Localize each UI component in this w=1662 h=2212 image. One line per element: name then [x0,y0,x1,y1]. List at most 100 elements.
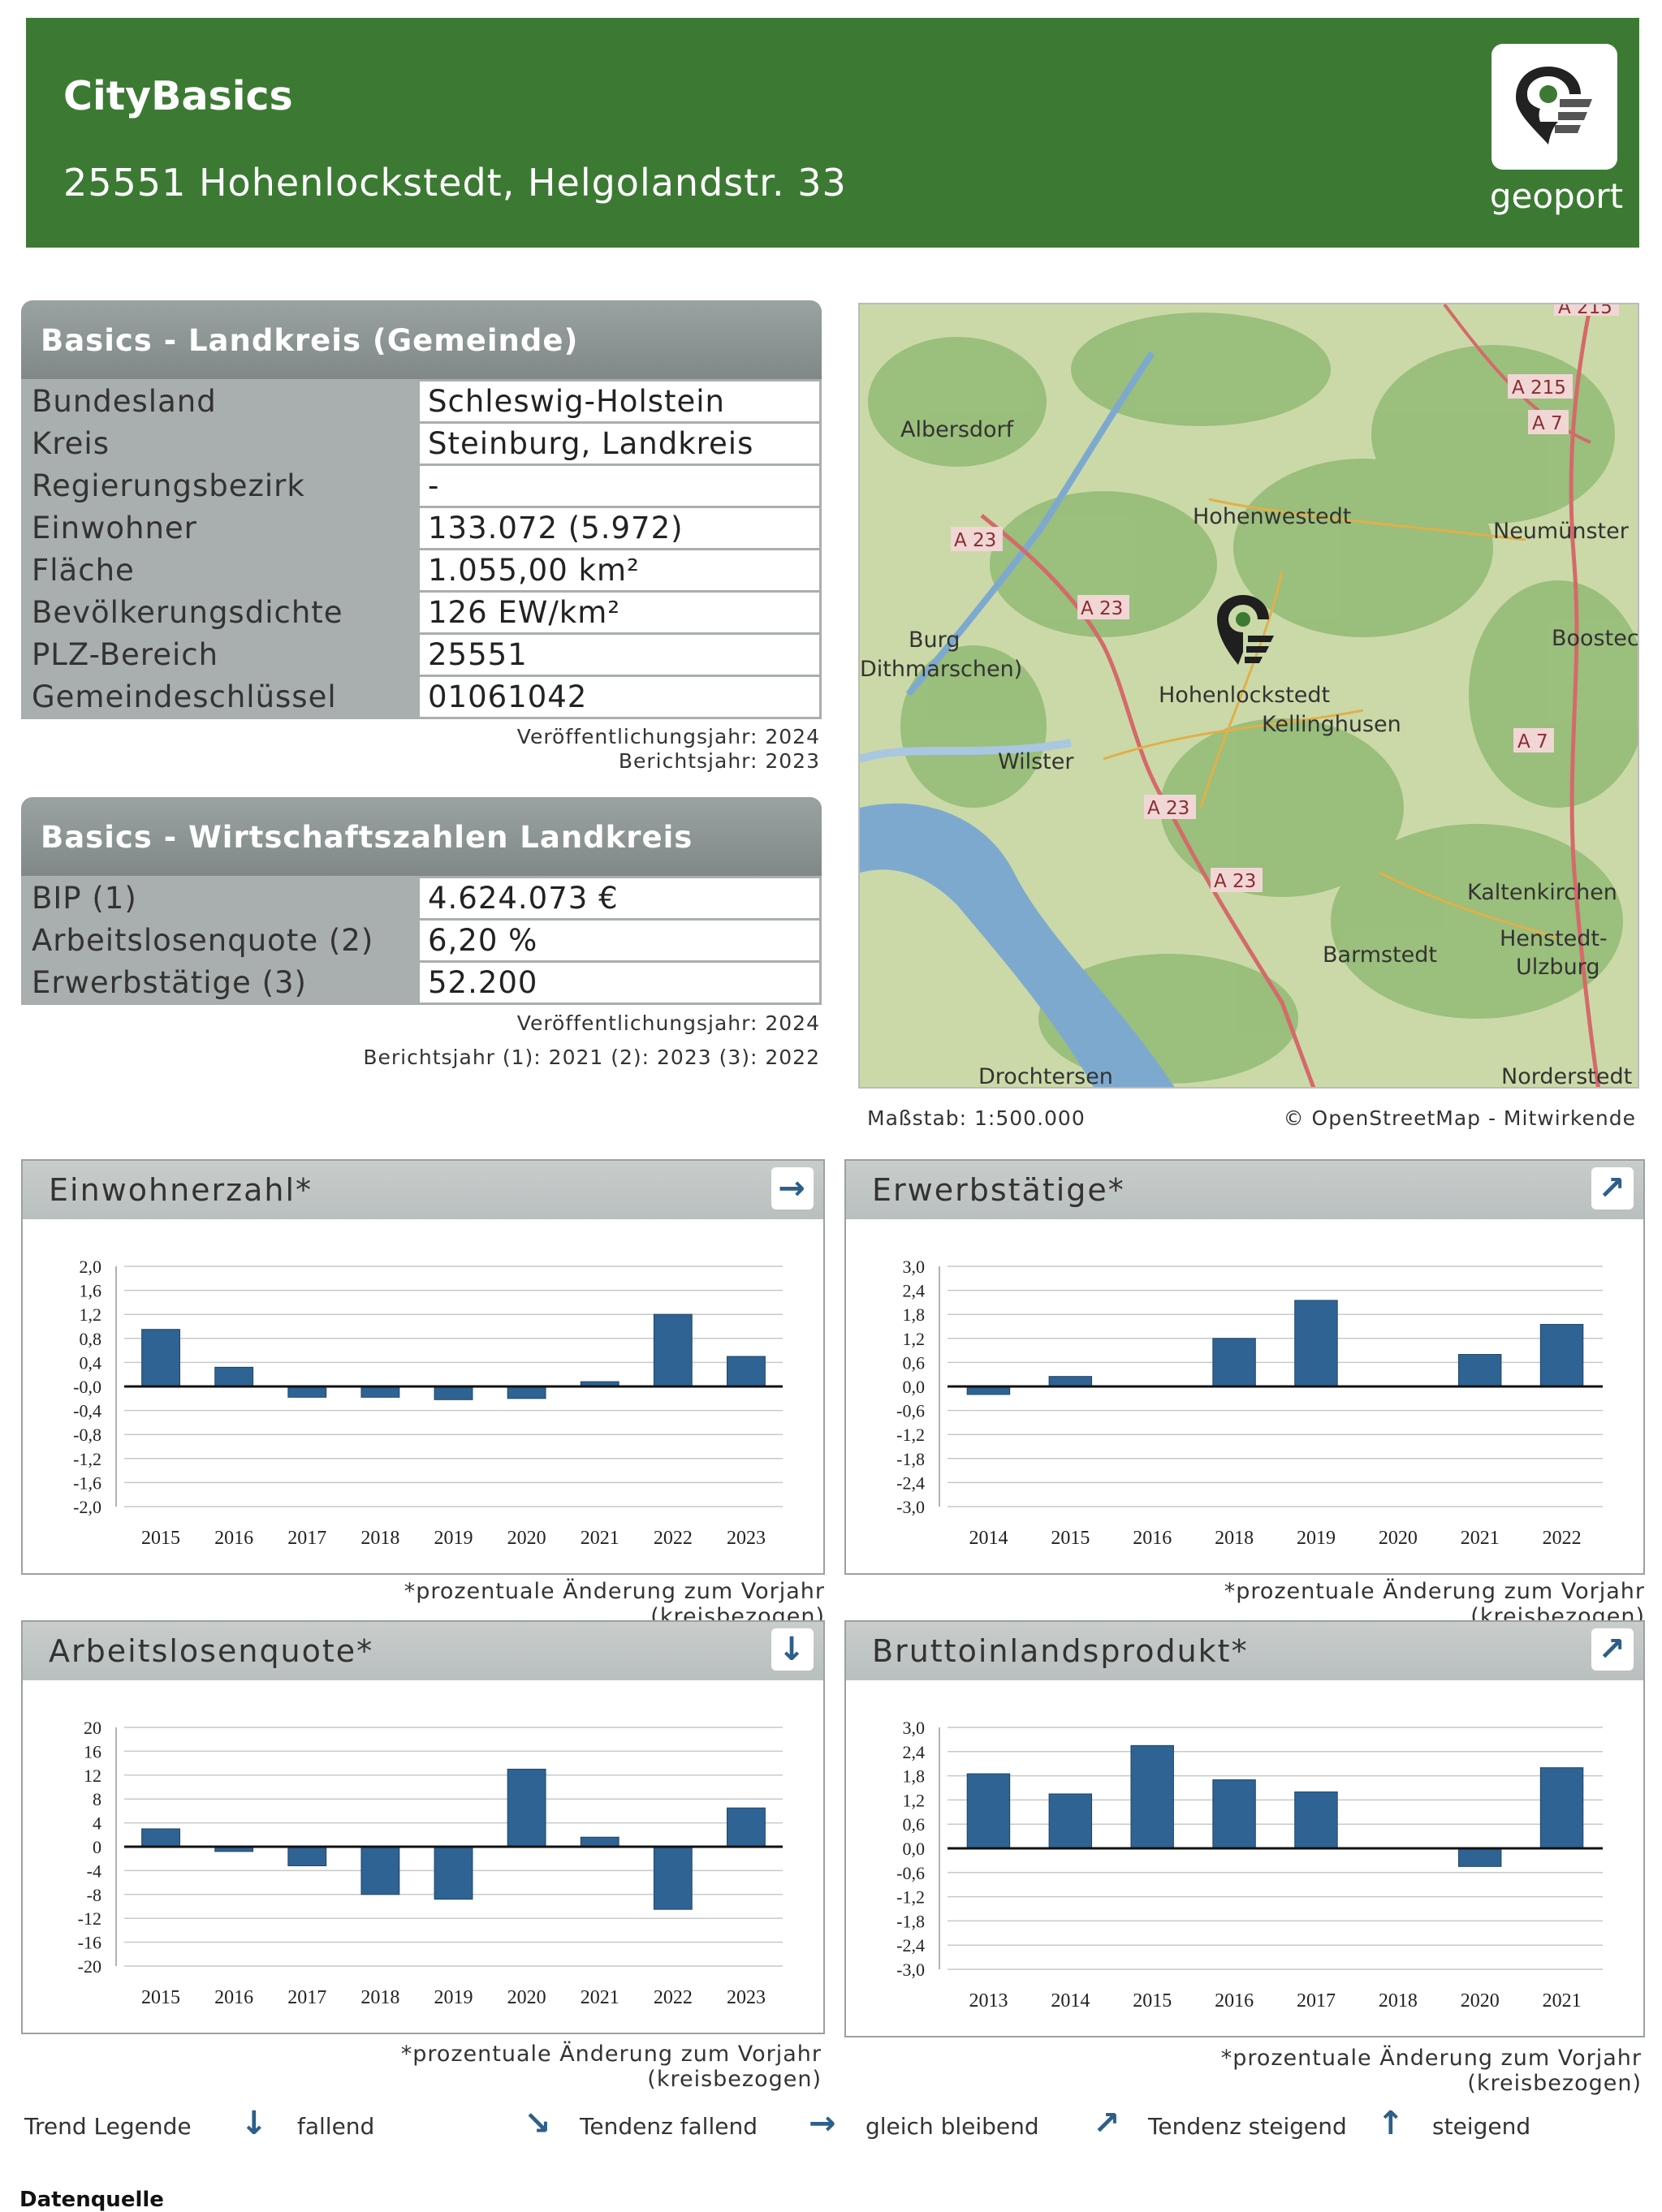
x-tick-label: 2021 [581,1987,619,2008]
legend-label-steigend: steigend [1432,2113,1531,2140]
x-tick-label: 2015 [141,1987,180,2008]
bar [727,1807,766,1848]
y-tick-label: 2,4 [903,1742,926,1762]
y-tick-label: -3,0 [896,1960,925,1980]
table-row: Erwerbstätige (3) 52.200 [21,960,822,1005]
row-label: Fläche [21,548,420,593]
row-value: Steinburg, Landkreis [417,421,822,466]
x-tick-label: 2021 [1543,1990,1582,2011]
y-tick-label: 1,8 [903,1304,926,1325]
bar [434,1846,473,1900]
trend-up-right-arrow-icon: ↗ [1591,1167,1634,1209]
y-tick-label: -16 [78,1933,101,1953]
y-tick-label: 2,4 [903,1281,926,1301]
logo-text: geoport [1489,176,1624,216]
bar [1048,1376,1093,1387]
bar [507,1386,546,1399]
map-road-a215: A 215 [1512,377,1566,399]
row-label: Regierungsbezirk [21,464,420,508]
chart-bip: 3,0 2,4 1,8 1,2 0,6 0,0 -0,6 -1,2 -1,8 -2,4 -3,0 20… [896,1718,1603,2011]
y-tick-label: -1,2 [896,1887,925,1908]
row-value: 126 EW/km² [417,590,822,635]
basics-report-year: Berichtsjahr: 2023 [618,749,820,773]
y-tick-label: -2,0 [73,1497,101,1517]
row-label: Gemeindeschlüssel [21,675,420,719]
row-label: Kreis [21,421,420,466]
bar [1457,1848,1502,1867]
y-tick-label: 3,0 [903,1718,926,1738]
map-label-kaltenkirchen: Kaltenkirchen [1467,880,1617,905]
x-tick-label: 2022 [654,1987,693,2008]
x-tick-label: 2018 [360,1528,399,1549]
y-tick-label: -0,4 [73,1401,101,1421]
map-road-a215-top: A 215 [1558,304,1612,318]
x-tick-label: 2021 [581,1528,619,1549]
row-label: PLZ-Bereich [21,632,420,677]
bar [653,1846,693,1910]
chart-card-bip: Bruttoinlandsprodukt* ↗ 3,0 2,4 1,8 1,2 0,6 0… [844,1620,1645,2037]
map-scale: Maßstab: 1:500.000 [867,1106,1086,1130]
bar [287,1846,327,1867]
map-graphic: Albersdorf Hohenwestedt Neumünster Burg … [860,304,1638,1087]
map-label-barmstedt: Barmstedt [1323,942,1437,968]
y-tick-label: 8 [93,1789,101,1809]
y-tick-label: -0,6 [896,1401,925,1421]
map-attribution[interactable]: © OpenStreetMap - Mitwirkende [1234,1106,1636,1130]
map-label-wilster: Wilster [998,749,1074,774]
map-label-albersdorf: Albersdorf [900,417,1015,442]
map-label-dithmarschen: Dithmarschen) [860,657,1022,682]
bar [580,1836,619,1848]
table-row: Bevölkerungsdichte 126 EW/km² [21,590,822,635]
x-tick-label: 2013 [969,1990,1008,2011]
bar [1212,1338,1256,1387]
x-tick-label: 2020 [507,1528,546,1549]
map-label-hohenlockstedt: Hohenlockstedt [1159,683,1330,708]
chart-card-einwohnerzahl: Einwohnerzahl* → 2,0 1,6 1,2 0,8 0,4 -0,0 -0,4… [21,1159,825,1575]
map-road-a7-north: A 7 [1532,413,1563,434]
y-tick-label: 1,2 [903,1329,926,1349]
y-tick-label: 0 [93,1837,101,1857]
x-tick-label: 2018 [1379,1990,1418,2011]
y-tick-label: 4 [93,1813,101,1834]
chart-card-arbeitslosenquote: Arbeitslosenquote* ↓ 20 16 12 8 4 0 -4 -8 -12 -16… [21,1620,825,2034]
map-road-a23-west: A 23 [954,530,996,551]
chart-erwerbstaetige: 3,0 2,4 1,8 1,2 0,6 0,0 -0,6 -1,2 -1,8 -2,4 -3,0 20… [896,1257,1603,1549]
x-tick-label: 2017 [287,1528,326,1549]
x-tick-label: 2019 [1297,1528,1336,1549]
table-row: BIP (1) 4.624.073 € [21,876,822,921]
x-tick-label: 2017 [287,1987,326,2008]
legend-label-tendenz-steigend: Tendenz steigend [1148,2113,1347,2140]
basics-table: Bundesland Schleswig-Holstein Kreis Steinbu… [21,379,822,719]
row-label: Erwerbstätige (3) [21,960,420,1005]
x-tick-label: 2022 [1543,1528,1582,1549]
y-tick-label: 16 [84,1741,101,1761]
map-label-ulzburg: Ulzburg [1516,955,1599,980]
table-row: Regierungsbezirk - [21,464,822,508]
footnote-arbeitslosenquote: *prozentuale Änderung zum Vorjahr (kreis… [400,2042,822,2092]
table-row: Gemeindeschlüssel 01061042 [21,675,822,719]
x-tick-label: 2014 [1051,1990,1090,2011]
bar [287,1386,327,1398]
x-tick-label: 2018 [360,1987,399,2008]
x-tick-label: 2016 [214,1987,253,2008]
y-tick-label: 12 [84,1766,101,1786]
y-tick-label: -3,0 [896,1497,925,1517]
bar [1294,1300,1338,1387]
y-tick-label: 1,2 [80,1304,102,1325]
map-label-neumuenster: Neumünster [1493,519,1630,544]
row-label: BIP (1) [21,876,420,921]
x-tick-label: 2015 [1133,1990,1172,2011]
x-tick-label: 2016 [1215,1990,1254,2011]
bar [1212,1779,1256,1849]
y-tick-label: -20 [78,1956,101,1977]
y-tick-label: 0,0 [903,1839,926,1859]
chart-title-arbeitslosenquote: Arbeitslosenquote* [49,1633,374,1669]
location-map[interactable]: Albersdorf Hohenwestedt Neumünster Burg … [858,303,1639,1089]
table-row: Kreis Steinburg, Landkreis [21,421,822,466]
x-tick-label: 2016 [214,1528,253,1549]
y-tick-label: 0,8 [80,1329,102,1349]
row-value: - [417,464,822,508]
y-tick-label: 3,0 [903,1257,926,1277]
legend-right-arrow-icon: → [809,2105,836,2142]
y-tick-label: -1,2 [896,1425,925,1445]
